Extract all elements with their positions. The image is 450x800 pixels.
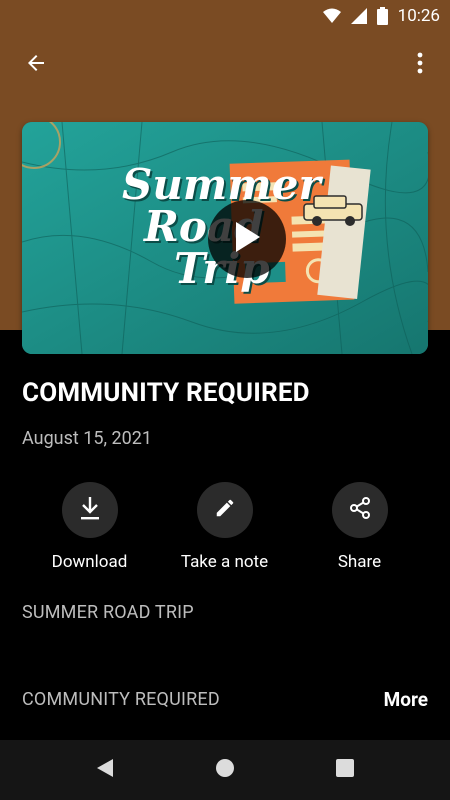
share-button[interactable]: Share [292,482,427,572]
nav-back-icon [96,758,114,782]
take-note-button[interactable]: Take a note [157,482,292,572]
overflow-menu-button[interactable] [404,49,436,81]
download-label: Download [51,552,128,572]
download-button[interactable]: Download [22,482,157,572]
nav-back-button[interactable] [90,755,120,785]
status-bar: 10:26 [0,0,450,32]
cell-signal-icon [350,8,367,24]
status-time: 10:26 [397,6,440,26]
more-vert-icon [417,52,423,78]
description-row: COMMUNITY REQUIRED More [22,688,428,711]
share-icon [348,496,372,524]
play-button[interactable] [208,200,286,278]
series-name[interactable]: SUMMER ROAD TRIP [22,602,194,623]
take-note-label: Take a note [180,552,269,572]
play-icon [232,220,262,258]
artwork-text-line: Summer [122,160,321,209]
nav-home-icon [215,758,235,782]
download-button-circle[interactable] [61,482,118,538]
wifi-icon [322,8,341,24]
take-note-button-circle[interactable] [196,482,253,538]
app-bar [0,32,450,98]
nav-recents-button[interactable] [330,755,360,785]
action-row: Download Take a note Share [0,482,450,582]
share-label: Share [337,552,382,572]
nav-home-button[interactable] [210,755,240,785]
download-icon [78,495,102,525]
nav-recents-icon [336,759,354,781]
system-nav-bar [0,740,450,800]
pencil-icon [214,497,236,523]
episode-artwork[interactable]: Summer Road Trip [22,122,428,354]
back-button[interactable] [20,49,52,81]
episode-date: August 15, 2021 [22,428,152,449]
episode-title: COMMUNITY REQUIRED [22,378,310,408]
arrow-left-icon [24,51,48,79]
battery-icon [376,7,388,25]
share-button-circle[interactable] [331,482,388,538]
more-button[interactable]: More [384,688,428,711]
description-text: COMMUNITY REQUIRED [22,689,220,710]
